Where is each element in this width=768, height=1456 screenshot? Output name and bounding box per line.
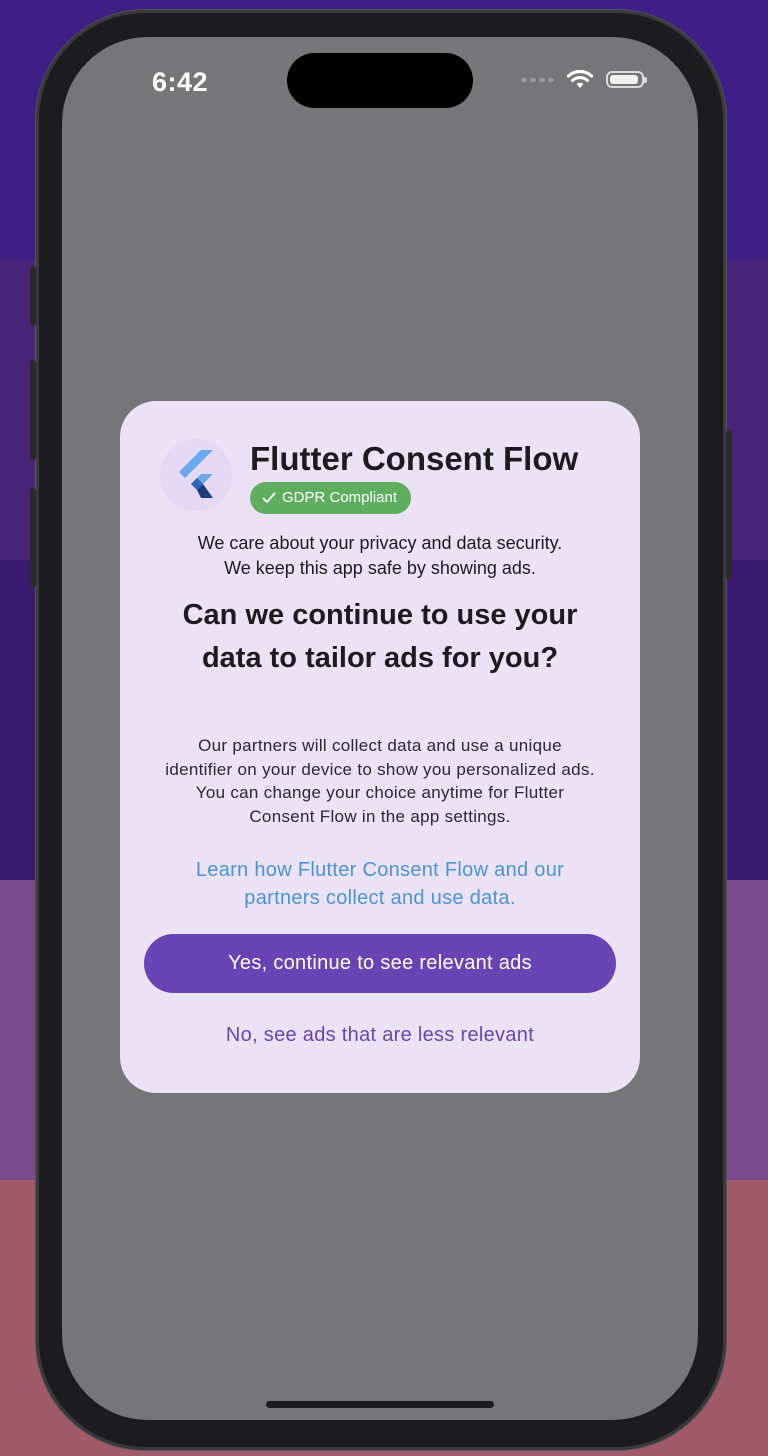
dynamic-island (287, 53, 473, 108)
dialog-header: Flutter Consent Flow GDPR Compliant (160, 439, 578, 514)
status-time: 6:42 (152, 67, 209, 97)
app-title: Flutter Consent Flow (250, 440, 579, 477)
wifi-icon (566, 69, 594, 88)
intro-text: We care about your privacy and data secu… (140, 531, 620, 581)
battery-icon (606, 71, 647, 88)
intro-line-1: We care about your privacy and data secu… (197, 533, 563, 553)
accept-button[interactable]: Yes, continue to see relevant ads (144, 934, 616, 993)
phone-screen: 6:42 Flutter Consent Flow GDPR Compliant… (62, 37, 698, 1420)
flutter-logo-icon (160, 439, 232, 511)
intro-line-2: We keep this app safe by showing ads. (224, 558, 536, 578)
learn-more-link[interactable]: Learn how Flutter Consent Flow and our p… (160, 856, 600, 912)
consent-question: Can we continue to use your data to tail… (182, 599, 578, 674)
consent-body: Our partners will collect data and use a… (165, 736, 595, 826)
decline-button[interactable]: No, see ads that are less relevant (144, 1011, 616, 1059)
header-text: Flutter Consent Flow GDPR Compliant (250, 439, 578, 514)
check-icon (262, 492, 276, 503)
consent-dialog: Flutter Consent Flow GDPR Compliant We c… (120, 401, 640, 1093)
badge-label: GDPR Compliant (282, 489, 398, 506)
status-icons (521, 69, 647, 90)
home-indicator[interactable] (266, 1401, 494, 1408)
cellular-signal-icon (521, 77, 554, 82)
gdpr-badge: GDPR Compliant (250, 482, 412, 514)
